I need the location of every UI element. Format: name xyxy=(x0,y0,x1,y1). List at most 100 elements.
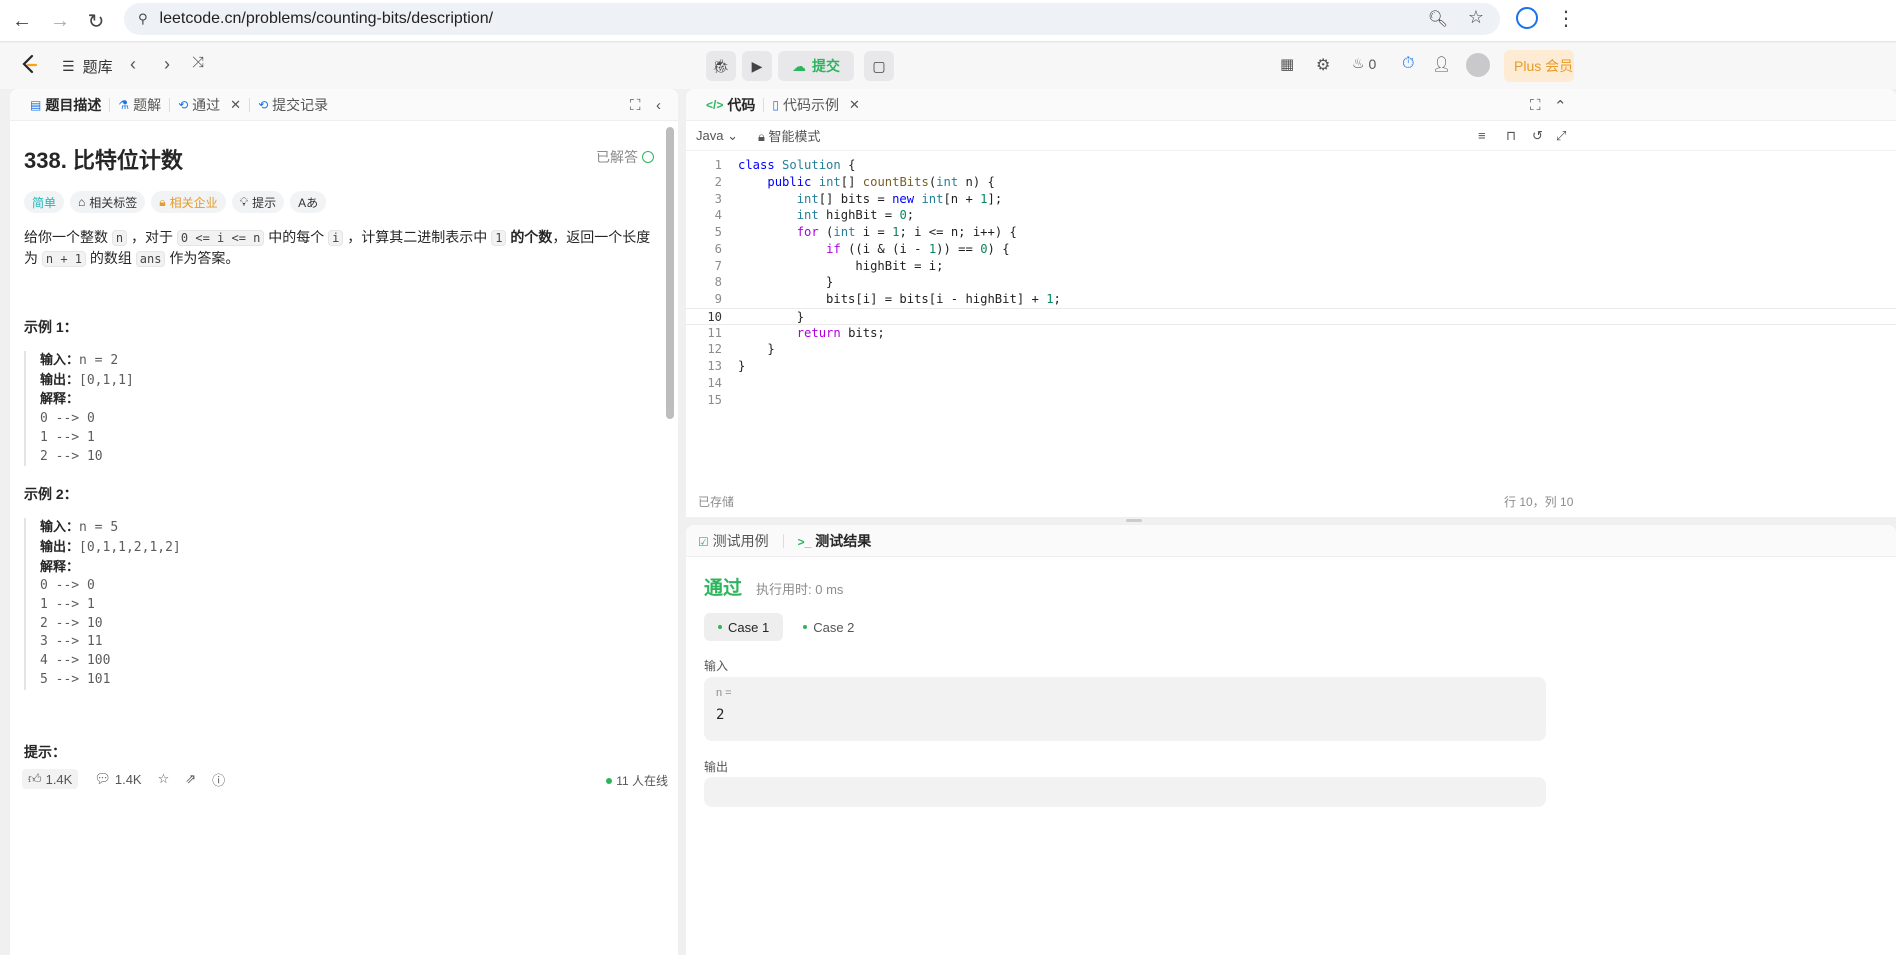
fullscreen-icon[interactable]: ⛶ xyxy=(1530,97,1541,114)
code-line-current: 10 } xyxy=(686,307,1896,325)
user-avatar[interactable] xyxy=(1466,53,1490,77)
problem-description: 给你一个整数 n ，对于 0 <= i <= n 中的每个 i ，计算其二进制表… xyxy=(24,227,654,269)
desc-text: 的数组 xyxy=(89,250,132,266)
inline-code: i xyxy=(328,230,344,246)
browser-menu-icon[interactable]: ⋮ xyxy=(1556,6,1576,31)
collapse-icon[interactable]: ‹ xyxy=(656,97,661,114)
history-icon: ⟲ xyxy=(258,97,269,112)
tab-accepted[interactable]: ⟲ 通过 ✕ xyxy=(170,89,249,121)
case-label: Case 1 xyxy=(728,619,770,635)
tab-test-result[interactable]: >_ 测试结果 xyxy=(798,531,872,551)
solved-label: 已解答 xyxy=(596,149,638,165)
explain-line: 0 --> 0 xyxy=(40,411,95,427)
reload-icon[interactable]: ↻ xyxy=(78,3,114,39)
example-output: [0,1,1,2,1,2] xyxy=(79,539,181,555)
translate-button[interactable]: Aあ xyxy=(290,191,327,213)
leetcode-logo-icon[interactable] xyxy=(18,53,42,77)
constraints-title: 提示： xyxy=(24,743,66,760)
pass-dot-icon xyxy=(803,625,808,629)
forward-icon[interactable]: → xyxy=(42,3,78,39)
fullscreen-icon[interactable]: ⛶ xyxy=(630,97,641,114)
case-tab-2[interactable]: Case 2 xyxy=(789,613,868,641)
related-tags-button[interactable]: ⌂ 相关标签 xyxy=(70,191,146,213)
check-circle-icon xyxy=(642,151,654,163)
random-problem-icon[interactable]: ⤨ xyxy=(192,54,204,71)
code-icon: </> xyxy=(706,97,724,112)
runtime-text: 执行用时: 0 ms xyxy=(756,582,844,597)
share-icon[interactable]: ⇗ xyxy=(185,771,196,787)
input-value: 2 xyxy=(716,707,725,723)
plus-member-button[interactable]: Plus 会员 xyxy=(1504,50,1574,82)
output-box xyxy=(704,777,1546,807)
tab-label: 提交记录 xyxy=(272,96,329,113)
tab-code[interactable]: </> 代码 xyxy=(698,89,763,121)
site-info-icon[interactable]: ⚲ xyxy=(138,11,148,27)
problem-panel: ▤ 题目描述 ⚗ 题解 ⟲ 通过 ✕ ⟲ 提交记录 ⛶ ‹ 338. 比特位计数… xyxy=(10,89,678,955)
case-tab-1[interactable]: Case 1 xyxy=(704,613,784,641)
document-icon: ▤ xyxy=(30,97,42,112)
run-button[interactable]: ▶ xyxy=(742,51,772,81)
debug-button[interactable]: 🐞︎ xyxy=(706,51,736,81)
collapse-icon[interactable]: ⌃ xyxy=(1554,97,1567,115)
companies-button[interactable]: 🔒︎ 相关企业 xyxy=(151,191,226,213)
description-scrollbar[interactable] xyxy=(666,127,674,419)
solved-status: 已解答 xyxy=(596,147,654,167)
back-icon[interactable]: ← xyxy=(4,3,40,39)
hint-button[interactable]: 💡︎ 提示 xyxy=(231,191,285,213)
cursor-position: 行 10，列 10 xyxy=(1504,495,1574,509)
pass-dot-icon xyxy=(718,625,722,629)
case-tabs: Case 1 Case 2 xyxy=(704,613,868,641)
favorite-star-icon[interactable]: ☆ xyxy=(158,771,170,787)
bookmark-star-icon[interactable]: ☆ xyxy=(1468,7,1484,28)
layout-icon[interactable]: ▦ xyxy=(1280,55,1294,73)
difficulty-badge: 简单 xyxy=(24,191,65,213)
timer-icon[interactable]: ⏱ xyxy=(1402,55,1414,73)
notes-button[interactable]: ▢ xyxy=(864,51,894,81)
example-output: [0,1,1] xyxy=(79,372,134,388)
help-icon[interactable]: ⓘ xyxy=(212,770,225,789)
inline-code: 0 <= i <= n xyxy=(176,230,265,246)
submit-button[interactable]: ☁ 提交 xyxy=(778,51,854,81)
url-text: leetcode.cn/problems/counting-bits/descr… xyxy=(159,10,494,27)
explain-line: 4 --> 100 xyxy=(40,653,111,669)
settings-gear-icon[interactable]: ⚙ xyxy=(1316,55,1330,75)
streak-button[interactable]: ♨ 0 xyxy=(1352,55,1376,72)
inline-code: ans xyxy=(135,251,166,267)
bookmark-icon[interactable]: ⊓ xyxy=(1506,128,1516,144)
code-line: 7 highBit = i; xyxy=(714,258,944,273)
problem-tabs: ▤ 题目描述 ⚗ 题解 ⟲ 通过 ✕ ⟲ 提交记录 ⛶ ‹ xyxy=(10,89,678,121)
tab-description[interactable]: ▤ 题目描述 xyxy=(22,89,109,121)
tab-solutions[interactable]: ⚗ 题解 xyxy=(110,89,169,121)
reset-icon[interactable]: ↺ xyxy=(1532,128,1543,144)
tab-testcases[interactable]: ☑ 测试用例 xyxy=(698,531,769,551)
list-icon: ☰ xyxy=(62,58,75,74)
explain-line: 1 --> 1 xyxy=(40,597,95,613)
inline-code: n + 1 xyxy=(41,251,87,267)
input-key: n = xyxy=(716,687,732,699)
browser-profile-icon[interactable] xyxy=(1516,7,1538,29)
prev-problem-icon[interactable]: ‹ xyxy=(130,54,136,75)
zoom-icon[interactable]: 🔍︎ xyxy=(1428,9,1448,29)
format-icon[interactable]: ≡ xyxy=(1478,128,1486,143)
close-icon[interactable]: ✕ xyxy=(849,97,860,113)
add-friend-icon[interactable]: 👤︎ xyxy=(1432,55,1451,73)
comments-button[interactable]: 💬︎ 1.4K xyxy=(94,771,141,787)
terminal-icon: >_ xyxy=(797,534,812,549)
panel-resize-handle[interactable] xyxy=(1126,519,1142,522)
close-icon[interactable]: ✕ xyxy=(230,97,241,113)
address-bar[interactable]: ⚲ leetcode.cn/problems/counting-bits/des… xyxy=(124,3,1500,35)
mode-toggle[interactable]: 🔒︎ 智能模式 xyxy=(758,126,821,145)
leetcode-navbar: ☰ 题库 ‹ › ⤨ 🐞︎ ▶ ☁ 提交 ▢ ▦ ⚙ ♨ 0 ⏱ 👤︎ Plus… xyxy=(0,43,1896,89)
output-section-label: 输出 xyxy=(704,760,729,774)
code-editor[interactable]: 1 class Solution { 2 public int[] countBi… xyxy=(686,157,1896,417)
language-select[interactable]: Java ⌄ xyxy=(696,128,738,144)
tab-code-examples[interactable]: ▯ 代码示例 ✕ xyxy=(764,89,868,121)
result-panel: ☑ 测试用例 >_ 测试结果 通过 执行用时: 0 ms Case 1 Case… xyxy=(686,525,1896,955)
desc-bold: 的个数 xyxy=(510,229,553,245)
like-button[interactable]: 👍︎ 1.4K xyxy=(22,769,79,789)
tab-submissions[interactable]: ⟲ 提交记录 xyxy=(250,89,336,121)
problem-list-button[interactable]: ☰ 题库 xyxy=(62,56,113,77)
input-label: 输入： xyxy=(40,519,80,535)
expand-icon[interactable]: ⤢ xyxy=(1556,128,1566,144)
next-problem-icon[interactable]: › xyxy=(164,54,170,75)
